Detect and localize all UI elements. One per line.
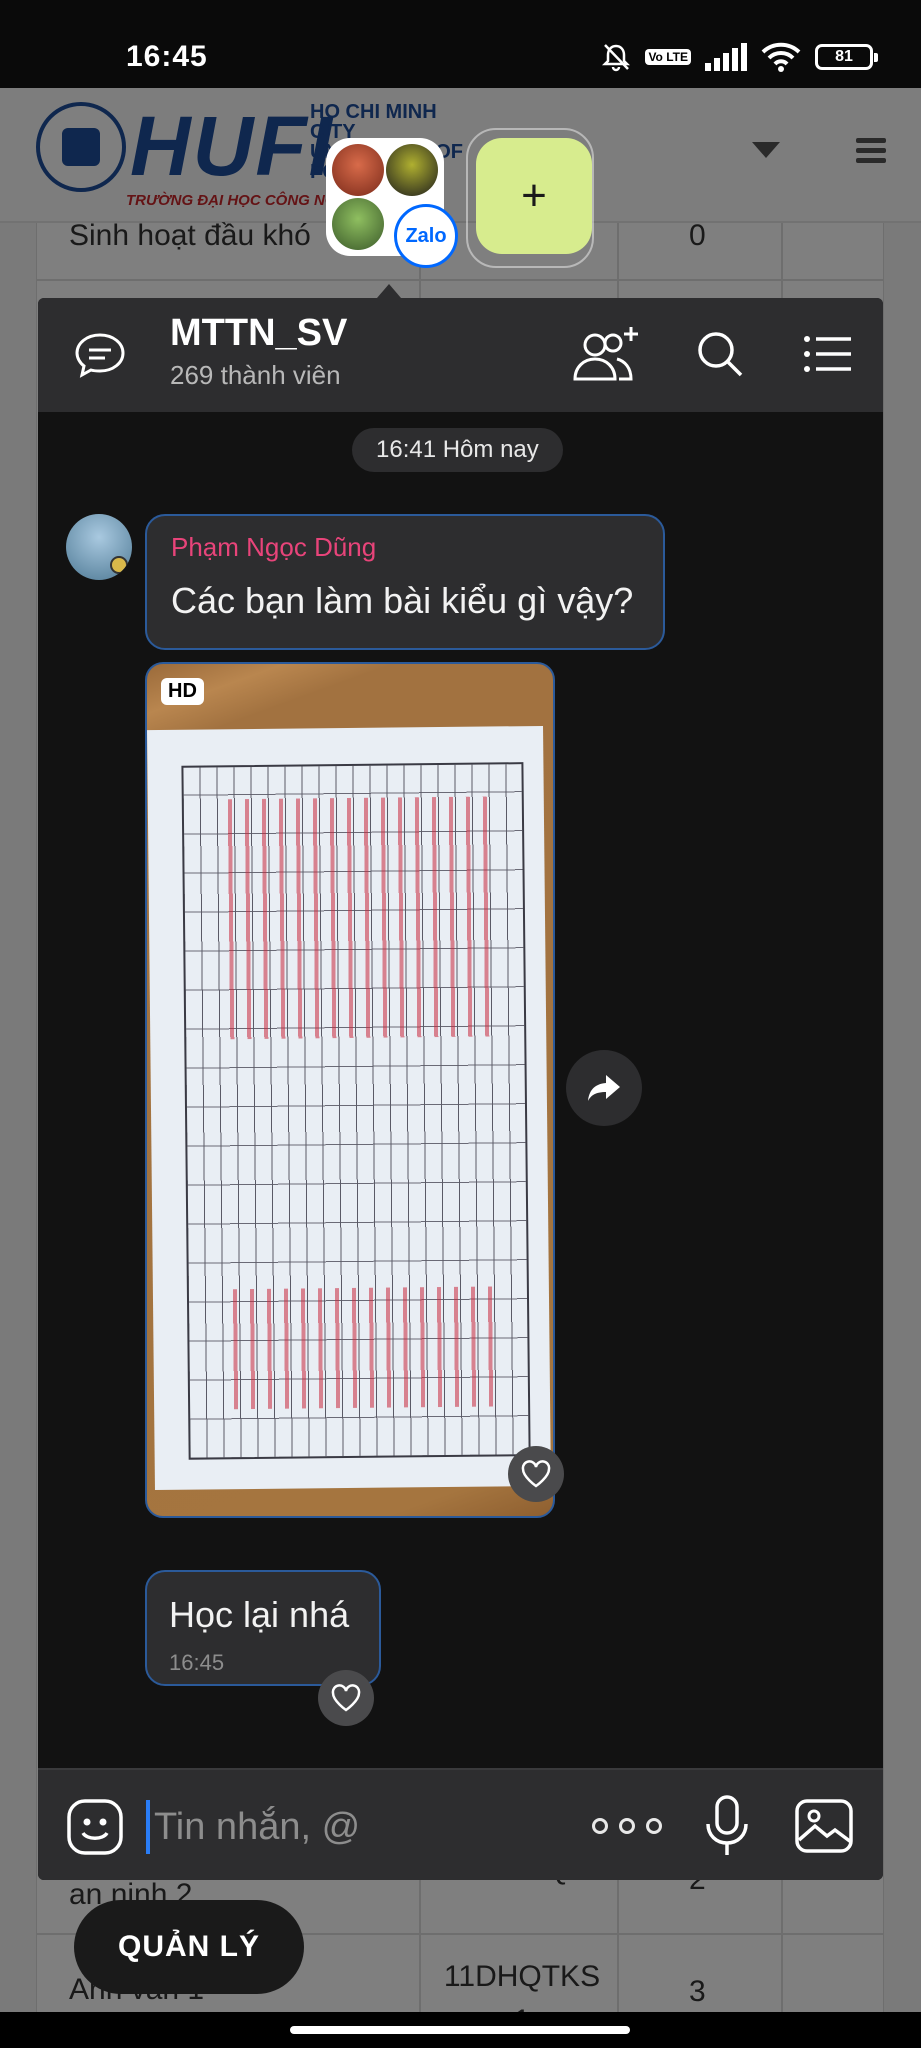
home-indicator[interactable] [290,2026,630,2034]
add-bubble-button[interactable]: + [476,138,592,254]
heart-icon [521,1460,551,1488]
add-member-icon [573,327,638,381]
more-options-icon[interactable] [592,1806,662,1846]
message-text: Học lại nhá [169,1594,350,1635]
handwritten-scores [222,1286,495,1410]
share-button[interactable] [566,1050,642,1126]
sender-name[interactable]: Phạm Ngọc Dũng [171,532,376,563]
search-button[interactable] [690,324,750,384]
signal-icon [705,43,747,71]
search-icon [698,332,743,377]
like-button[interactable] [508,1446,564,1502]
status-bar: 16:45 Vo LTE 81 [0,0,921,88]
heart-icon [331,1684,361,1712]
chat-heads-bubble[interactable]: Zalo [326,138,458,268]
status-icons: Vo LTE 81 [601,42,878,72]
zalo-label: Zalo [405,224,447,247]
chat-window: MTTN_SV 269 thành viên 16:41 Hôm nay Phạ… [38,298,883,1880]
volte-icon: Vo LTE [645,49,691,65]
screen: 16:45 Vo LTE 81 HUFI HO CHI MINH CITY UN… [0,0,921,2048]
chat-header: MTTN_SV 269 thành viên [38,298,883,412]
text-caret [146,1800,150,1854]
plus-icon: + [521,171,547,220]
message-bubble[interactable]: Học lại nhá 16:45 [145,1570,381,1686]
message-input-bar [38,1768,883,1880]
status-time: 16:45 [126,40,208,73]
chat-head-avatar [386,144,438,196]
hd-badge: HD [161,678,204,705]
navigation-bar [0,2012,921,2048]
time-divider: 16:41 Hôm nay [352,428,563,472]
like-button[interactable] [318,1670,374,1726]
manage-button[interactable]: QUẢN LÝ [74,1900,304,1994]
list-menu-icon [804,336,851,372]
admin-key-icon [110,556,128,574]
chat-head-avatar [332,144,384,196]
score-sheet-photo [147,725,551,1491]
image-message[interactable]: HD [145,662,555,1518]
member-count: 269 thành viên [170,360,341,390]
message-bubble[interactable]: Phạm Ngọc Dũng Các bạn làm bài kiểu gì v… [145,514,665,650]
microphone-icon[interactable] [702,1794,752,1858]
message-input[interactable] [154,1798,474,1856]
message-time: 16:45 [169,1650,225,1675]
handwritten-scores [217,796,491,1040]
group-name[interactable]: MTTN_SV [170,312,347,355]
sender-avatar[interactable] [66,514,132,580]
zalo-badge-icon: Zalo [394,204,458,268]
message-text: Các bạn làm bài kiểu gì vậy? [171,580,634,621]
bubble-pointer [377,284,401,298]
add-member-button[interactable] [564,324,644,384]
wifi-icon [761,42,801,72]
chat-head-avatar [332,198,384,250]
menu-button[interactable] [798,324,858,384]
share-arrow-icon [588,1075,620,1101]
image-gallery-icon[interactable] [794,1798,854,1854]
sticker-emoji-icon[interactable] [66,1798,124,1856]
battery-icon: 81 [815,44,878,70]
mute-bell-icon [602,44,631,72]
chat-bubble-icon[interactable] [74,332,126,378]
